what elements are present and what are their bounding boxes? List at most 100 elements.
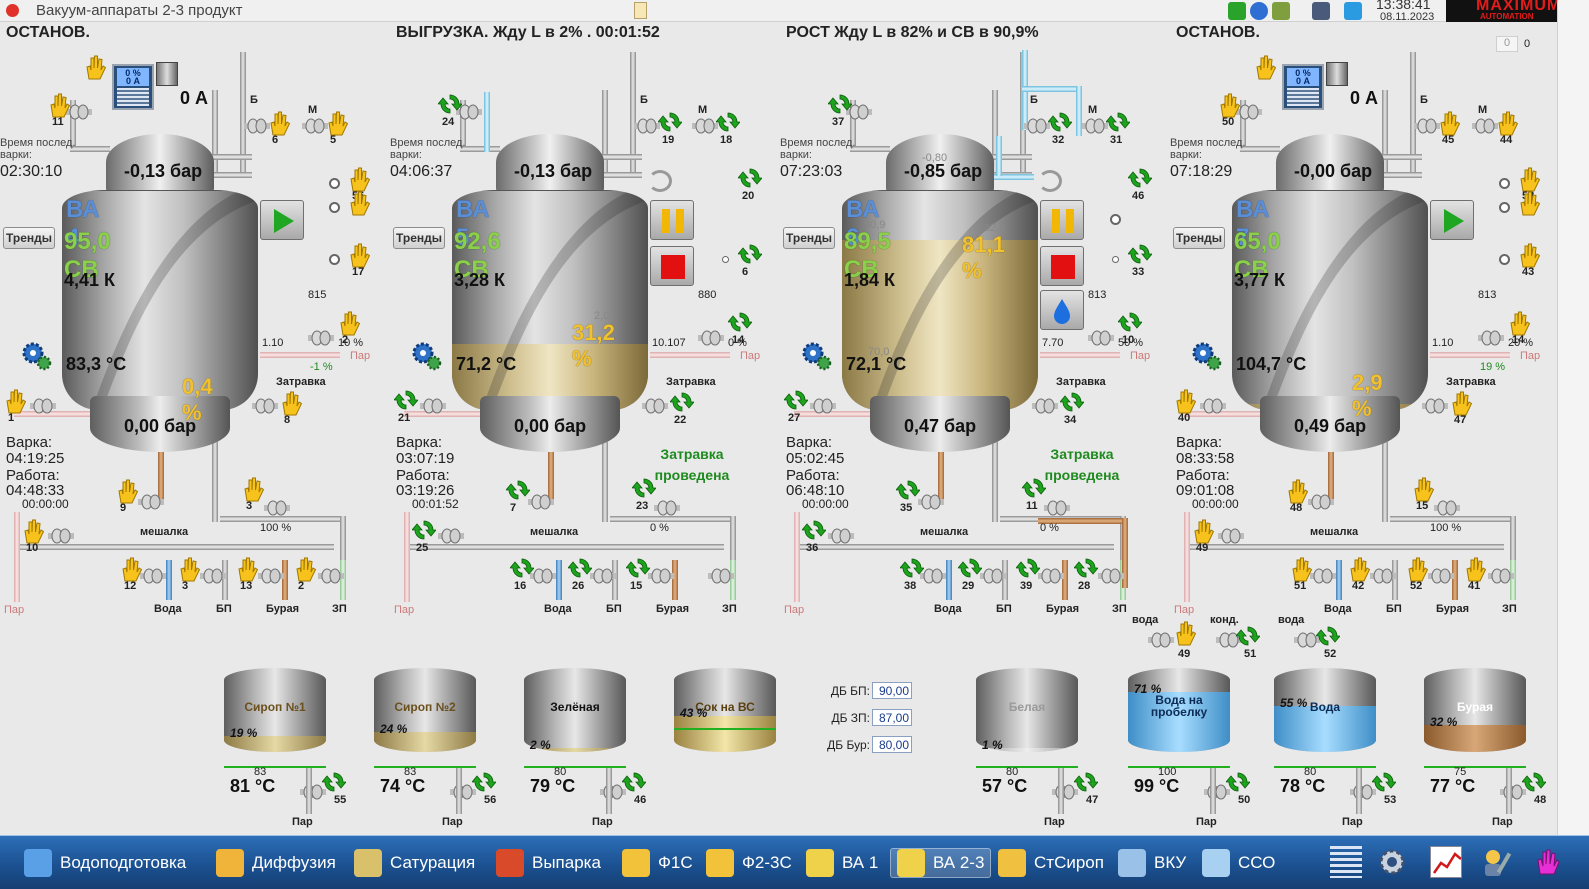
close-icon[interactable] xyxy=(6,4,19,17)
auto-mode-icon-46[interactable] xyxy=(1127,166,1153,190)
auto-mode-icon-15[interactable] xyxy=(625,556,651,580)
valve-icon[interactable] xyxy=(140,568,166,584)
manual-hand-icon-45[interactable] xyxy=(1438,110,1461,136)
valve-icon[interactable] xyxy=(1422,398,1448,414)
valve-icon[interactable] xyxy=(258,568,284,584)
chat-icon[interactable] xyxy=(1250,2,1268,20)
settings-gear-icon[interactable] xyxy=(1190,340,1222,372)
auto-mode-icon-36[interactable] xyxy=(801,518,827,542)
start-button[interactable] xyxy=(1430,200,1474,240)
manual-hand-icon-motor[interactable] xyxy=(1254,54,1277,80)
auto-mode-icon-23[interactable] xyxy=(631,476,657,500)
auto-mode-icon-16[interactable] xyxy=(509,556,535,580)
manual-hand-icon-15[interactable] xyxy=(1412,476,1435,502)
valve-icon[interactable] xyxy=(1370,568,1396,584)
refresh-icon[interactable] xyxy=(1038,170,1062,192)
valve-icon[interactable] xyxy=(1088,330,1114,346)
motor-icon[interactable] xyxy=(156,62,178,86)
manual-hand-icon-17[interactable] xyxy=(348,242,371,268)
mode-radio-2[interactable] xyxy=(1499,202,1510,213)
manual-hand-icon-11[interactable] xyxy=(48,92,71,118)
valve-icon[interactable] xyxy=(1414,118,1440,134)
settings-gear-icon[interactable] xyxy=(410,340,442,372)
auto-mode-icon-46[interactable] xyxy=(621,770,647,794)
valve-icon[interactable] xyxy=(1032,398,1058,414)
valve-icon[interactable] xyxy=(420,398,446,414)
taskbar-item-8[interactable]: ВА 2-3 xyxy=(890,848,992,878)
taskbar-item-1[interactable]: Водоподготовка xyxy=(24,848,186,878)
pause-button[interactable] xyxy=(650,200,694,240)
manual-hand-icon-56[interactable] xyxy=(348,166,371,192)
taskbar-item-3[interactable]: Сатурация xyxy=(354,848,475,878)
valve-icon[interactable] xyxy=(264,500,290,516)
auto-mode-icon-53[interactable] xyxy=(1371,770,1397,794)
taskbar-item-11[interactable]: ССО xyxy=(1202,848,1275,878)
valve-icon[interactable] xyxy=(438,528,464,544)
taskbar-item-5[interactable]: Ф1С xyxy=(622,848,693,878)
mode-radio-3[interactable] xyxy=(1499,254,1510,265)
auto-mode-icon-38[interactable] xyxy=(899,556,925,580)
valve-icon[interactable] xyxy=(1472,118,1498,134)
valve-icon[interactable] xyxy=(590,568,616,584)
valve-icon[interactable] xyxy=(48,528,74,544)
manual-hand-icon-49[interactable] xyxy=(1192,518,1215,544)
auto-mode-icon-21[interactable] xyxy=(393,388,419,412)
manual-hand-icon-3[interactable] xyxy=(178,556,201,582)
motor-icon[interactable] xyxy=(1326,62,1348,86)
valve-icon[interactable] xyxy=(980,568,1006,584)
auto-mode-icon-35[interactable] xyxy=(895,478,921,502)
valve-icon[interactable] xyxy=(1434,500,1460,516)
valve-icon[interactable] xyxy=(244,118,270,134)
auto-mode-icon-7[interactable] xyxy=(505,478,531,502)
auto-mode-icon-34[interactable] xyxy=(1059,390,1085,414)
trends-button[interactable]: Тренды xyxy=(783,227,835,249)
trends-button[interactable]: Тренды xyxy=(1173,227,1225,249)
valve-icon[interactable] xyxy=(708,568,734,584)
manual-hand-icon-43[interactable] xyxy=(1518,242,1541,268)
chart-icon[interactable] xyxy=(1430,846,1462,878)
valve-icon[interactable] xyxy=(692,118,718,134)
auto-mode-icon-37[interactable] xyxy=(827,92,853,116)
manual-hand-icon-9[interactable] xyxy=(116,478,139,504)
settings-gear-icon[interactable] xyxy=(20,340,52,372)
auto-mode-icon-10[interactable] xyxy=(1117,310,1143,334)
auto-mode-icon-19[interactable] xyxy=(657,110,683,134)
manual-hand-icon-radio[interactable] xyxy=(1518,190,1541,216)
taskbar-item-6[interactable]: Ф2-3С xyxy=(706,848,792,878)
pink-hand-icon[interactable] xyxy=(1530,846,1562,878)
manual-hand-icon-13[interactable] xyxy=(236,556,259,582)
valve-icon[interactable] xyxy=(828,528,854,544)
valve-icon[interactable] xyxy=(654,500,680,516)
manual-hand-icon-1[interactable] xyxy=(4,388,27,414)
list-icon[interactable] xyxy=(1330,846,1362,878)
taskbar-item-2[interactable]: Диффузия xyxy=(216,848,336,878)
db-bp-input[interactable] xyxy=(872,682,912,699)
manual-hand-icon-8[interactable] xyxy=(280,390,303,416)
auto-mode-icon-56[interactable] xyxy=(471,770,497,794)
taskbar-item-10[interactable]: ВКУ xyxy=(1118,848,1186,878)
mode-radio-2[interactable] xyxy=(329,202,340,213)
valve-icon[interactable] xyxy=(1038,568,1064,584)
manual-hand-icon-12[interactable] xyxy=(120,556,143,582)
valve-icon[interactable] xyxy=(1098,568,1124,584)
auto-mode-icon-22[interactable] xyxy=(669,390,695,414)
valve-icon[interactable] xyxy=(1218,528,1244,544)
valve-icon[interactable] xyxy=(1308,494,1334,510)
manual-hand-icon-14[interactable] xyxy=(1508,310,1531,336)
manual-hand-icon-2[interactable] xyxy=(294,556,317,582)
valve-icon[interactable] xyxy=(648,568,674,584)
valve-icon[interactable] xyxy=(1044,500,1070,516)
valve-icon[interactable] xyxy=(302,118,328,134)
valve-icon[interactable] xyxy=(318,568,344,584)
manual-hand-icon-58[interactable] xyxy=(1518,166,1541,192)
manual-hand-icon-5[interactable] xyxy=(326,110,349,136)
valve-icon[interactable] xyxy=(1478,330,1504,346)
auto-mode-icon-11[interactable] xyxy=(1021,476,1047,500)
valve-icon[interactable] xyxy=(1082,118,1108,134)
manual-hand-icon-41[interactable] xyxy=(1464,556,1487,582)
valve-icon[interactable] xyxy=(918,494,944,510)
valve-icon[interactable] xyxy=(1200,398,1226,414)
auto-mode-icon-33[interactable] xyxy=(1127,242,1153,266)
manual-hand-icon-10[interactable] xyxy=(22,518,45,544)
taskbar-item-4[interactable]: Выпарка xyxy=(496,848,601,878)
